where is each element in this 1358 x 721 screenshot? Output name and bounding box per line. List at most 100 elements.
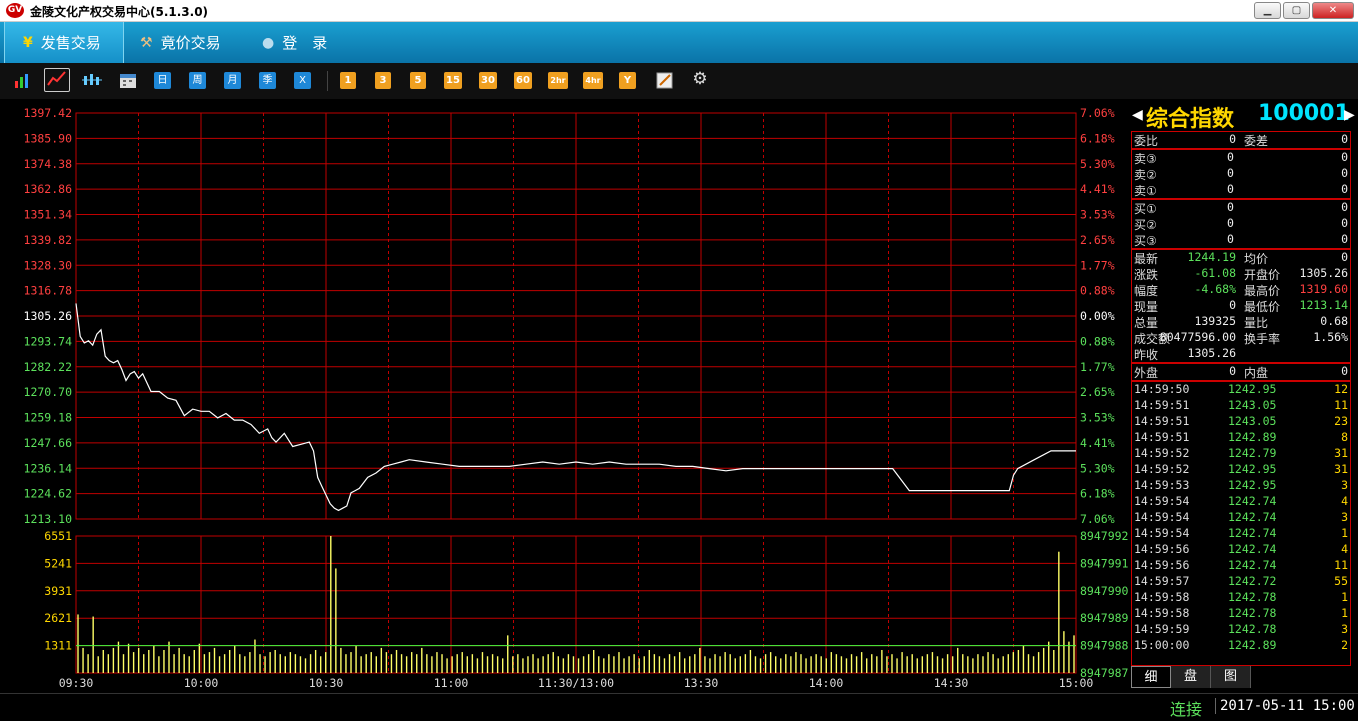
maximize-button[interactable]: ▢ xyxy=(1283,2,1310,19)
sell-level-label: 卖③ xyxy=(1134,152,1157,166)
period-3min-button[interactable]: 3 xyxy=(375,72,391,89)
volume-tick-label: 3931 xyxy=(44,584,72,598)
panel-tabs: 细 盘 图 xyxy=(1131,665,1351,688)
period-week-button[interactable]: 周 xyxy=(189,72,206,89)
sell-level-label: 卖① xyxy=(1134,184,1157,198)
intraday-chart[interactable]: 1397.42 7.06% 1385.90 6.18% 1374.38 5.30% 1362… xyxy=(0,99,1130,693)
order-ratio-label: 委比 xyxy=(1134,134,1159,148)
percent-tick-label: 6.18% xyxy=(1080,487,1115,501)
price-tick-label: 1293.74 xyxy=(24,334,73,348)
buy-level-row: 买③ 0 0 xyxy=(1132,232,1350,248)
tick-price: 1242.95 xyxy=(1228,382,1277,396)
quote-value-right: 1305.26 xyxy=(1299,266,1348,280)
tick-volume: 1 xyxy=(1341,606,1348,620)
quote-value-left: 0 xyxy=(1229,298,1236,312)
settings-gear-icon[interactable]: ⚙ xyxy=(690,71,710,89)
tick-price: 1243.05 xyxy=(1228,414,1277,428)
buy-level-price: 0 xyxy=(1227,232,1234,246)
volume-tick-label: 2621 xyxy=(44,611,72,625)
tab-login-label: 登 录 xyxy=(282,34,328,52)
percent-tick-label: 0.88% xyxy=(1080,284,1115,298)
tab-sale-trading[interactable]: ¥ 发售交易 xyxy=(4,22,124,63)
tick-volume: 4 xyxy=(1341,494,1348,508)
candlestick-icon[interactable] xyxy=(82,72,102,89)
instrument-code: 100001 xyxy=(1258,101,1350,126)
tick-time: 14:59:51 xyxy=(1134,430,1190,444)
buy-level-volume: 0 xyxy=(1341,216,1348,230)
tick-row: 15:00:00 1242.89 2 xyxy=(1132,638,1350,654)
order-ratio-value: 0 xyxy=(1229,132,1236,146)
quote-value-left: -4.68% xyxy=(1194,282,1236,296)
tick-row: 14:59:51 1243.05 23 xyxy=(1132,414,1350,430)
period-1min-button[interactable]: 1 xyxy=(340,72,356,89)
tab-login[interactable]: ● 登 录 xyxy=(262,22,362,63)
tick-time: 14:59:58 xyxy=(1134,590,1190,604)
user-icon: ● xyxy=(262,34,275,51)
price-tick-label: 1282.22 xyxy=(24,360,72,374)
period-month-button[interactable]: 月 xyxy=(224,72,241,89)
minimize-button[interactable]: ▁ xyxy=(1254,2,1281,19)
inner-label: 内盘 xyxy=(1244,366,1269,380)
sell-level-row: 卖① 0 0 xyxy=(1132,182,1350,198)
period-60min-button[interactable]: 60 xyxy=(514,72,532,89)
tab-detail[interactable]: 细 xyxy=(1131,666,1171,688)
sell-orders-section: 卖③ 0 0 卖② 0 0 卖① 0 0 xyxy=(1131,149,1351,199)
period-x-button[interactable]: X xyxy=(294,72,311,89)
tick-price: 1242.74 xyxy=(1228,542,1277,556)
period-5min-button[interactable]: 5 xyxy=(410,72,426,89)
close-button[interactable]: ✕ xyxy=(1312,2,1354,19)
calendar-icon[interactable] xyxy=(118,72,138,89)
volume-tick-label: 6551 xyxy=(44,529,72,543)
period-4hr-button[interactable]: 4hr xyxy=(583,72,603,89)
price-tick-label: 1385.90 xyxy=(24,131,73,145)
hammer-icon: ⚒ xyxy=(140,34,153,51)
time-axis-label: 14:30 xyxy=(934,676,969,690)
window-title: 金陵文化产权交易中心(5.1.3.0) xyxy=(30,5,209,19)
tick-price: 1242.72 xyxy=(1228,574,1277,588)
price-tick-label: 1270.70 xyxy=(24,385,73,399)
sell-level-label: 卖② xyxy=(1134,168,1157,182)
price-tick-label: 1339.82 xyxy=(24,233,72,247)
window-controls: ▁ ▢ ✕ xyxy=(1254,2,1354,19)
line-chart-icon[interactable] xyxy=(44,68,70,92)
volume-right-tick-label: 8947992 xyxy=(1080,529,1128,543)
period-2hr-button[interactable]: 2hr xyxy=(548,72,568,89)
tab-auction-trading[interactable]: ⚒ 竟价交易 xyxy=(140,22,250,63)
status-bar: 连接 2017-05-11 15:00 xyxy=(0,693,1358,721)
next-instrument-icon[interactable]: ▶ xyxy=(1344,107,1355,123)
price-tick-label: 1236.14 xyxy=(24,461,73,475)
tab-chart[interactable]: 图 xyxy=(1211,666,1251,688)
period-day-button[interactable]: 日 xyxy=(154,72,171,89)
prev-instrument-icon[interactable]: ◀ xyxy=(1132,107,1143,123)
tick-volume: 1 xyxy=(1341,590,1348,604)
quote-value-right: 0 xyxy=(1341,250,1348,264)
tab-orderbook[interactable]: 盘 xyxy=(1171,666,1211,688)
period-year-button[interactable]: Y xyxy=(619,72,636,89)
bar-chart-icon[interactable] xyxy=(12,72,32,89)
period-quarter-button[interactable]: 季 xyxy=(259,72,276,89)
tick-row: 14:59:51 1242.89 8 xyxy=(1132,430,1350,446)
buy-level-label: 买③ xyxy=(1134,234,1157,248)
price-tick-label: 1328.30 xyxy=(24,258,73,272)
volume-right-tick-label: 8947991 xyxy=(1080,556,1129,570)
quote-label-left: 昨收 xyxy=(1134,348,1159,362)
period-30min-button[interactable]: 30 xyxy=(479,72,497,89)
tick-volume: 3 xyxy=(1341,622,1348,636)
buy-level-row: 买① 0 0 xyxy=(1132,200,1350,216)
buy-level-volume: 0 xyxy=(1341,232,1348,246)
quote-row: 最新 1244.19 均价 0 xyxy=(1132,250,1350,266)
tick-volume: 11 xyxy=(1334,558,1348,572)
tick-volume: 55 xyxy=(1334,574,1348,588)
tick-list[interactable]: 14:59:50 1242.95 12 14:59:51 1243.05 11 14:59:… xyxy=(1131,381,1351,665)
draw-tool-icon[interactable] xyxy=(655,72,675,89)
quote-label-right: 换手率 xyxy=(1244,332,1281,346)
percent-tick-label: 7.06% xyxy=(1080,512,1115,526)
period-15min-button[interactable]: 15 xyxy=(444,72,462,89)
tick-row: 14:59:52 1242.95 31 xyxy=(1132,462,1350,478)
price-tick-label: 1362.86 xyxy=(24,182,73,196)
main-menu-bar: ¥ 发售交易 ⚒ 竟价交易 ● 登 录 xyxy=(0,22,1358,63)
tick-row: 14:59:54 1242.74 1 xyxy=(1132,526,1350,542)
volume-tick-label: 5241 xyxy=(44,556,72,570)
tick-price: 1242.74 xyxy=(1228,510,1277,524)
tick-volume: 12 xyxy=(1334,382,1348,396)
